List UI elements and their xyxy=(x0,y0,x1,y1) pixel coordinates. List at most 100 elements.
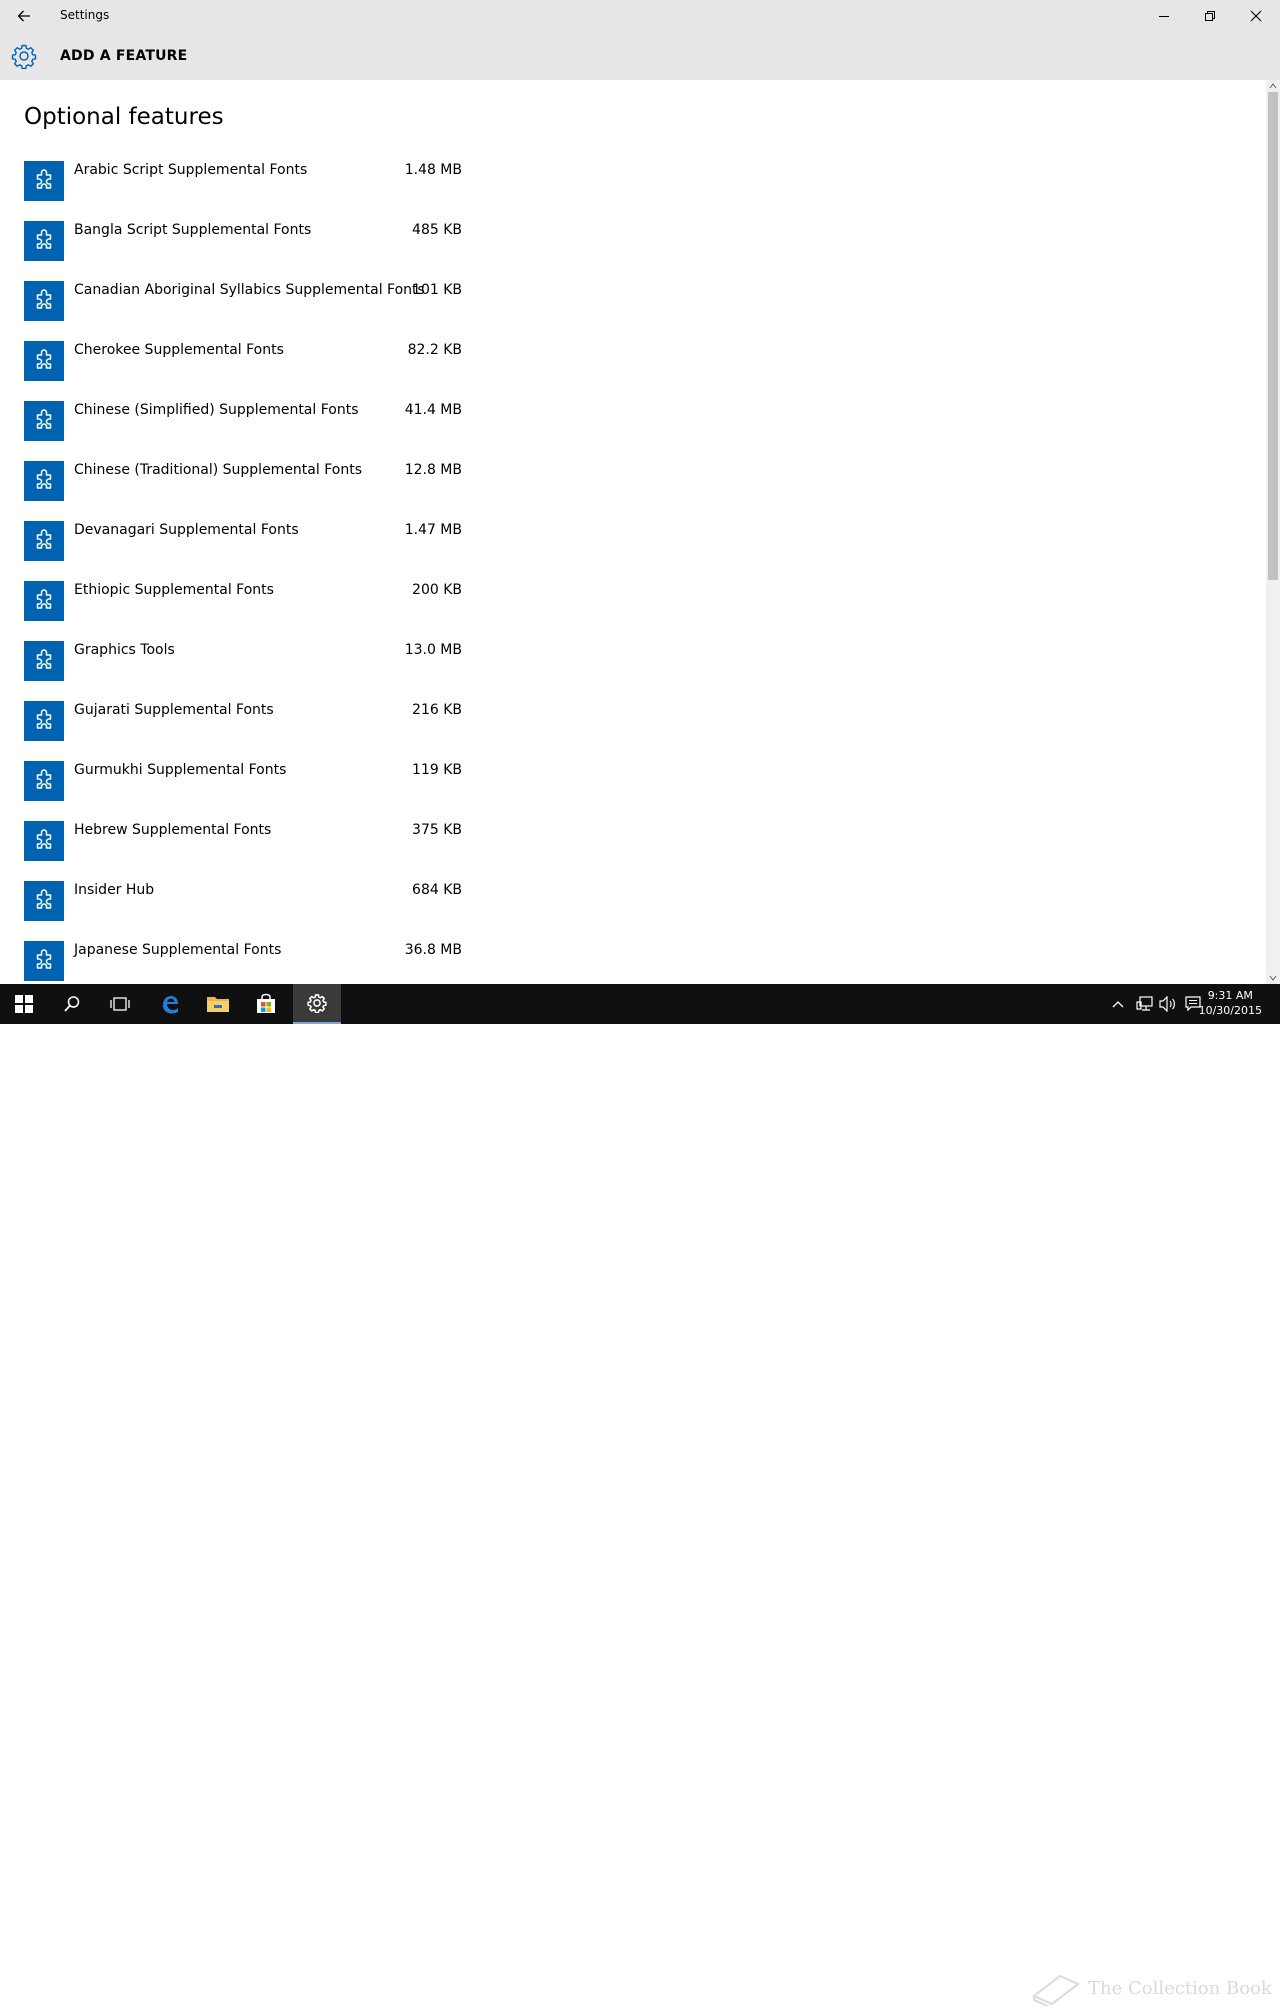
file-explorer-icon xyxy=(207,997,229,1012)
feature-list-item[interactable]: Gujarati Supplemental Fonts 216 KB xyxy=(24,701,464,761)
puzzle-piece-icon xyxy=(36,469,52,489)
feature-name: Gujarati Supplemental Fonts xyxy=(74,702,274,718)
minimize-icon xyxy=(1159,16,1169,17)
windows-logo-icon xyxy=(15,995,33,1013)
book-logo-icon xyxy=(1032,1974,1080,2006)
feature-icon-tile xyxy=(24,641,64,681)
puzzle-piece-icon xyxy=(36,769,52,789)
feature-size: 82.2 KB xyxy=(407,342,462,358)
taskbar-clock[interactable]: 9:31 AM 10/30/2015 xyxy=(1199,988,1262,1018)
feature-icon-tile xyxy=(24,521,64,561)
feature-size: 200 KB xyxy=(412,582,462,598)
scroll-thumb[interactable] xyxy=(1268,92,1278,580)
close-button[interactable] xyxy=(1233,0,1279,32)
feature-size: 12.8 MB xyxy=(404,462,462,478)
feature-size: 216 KB xyxy=(412,702,462,718)
back-arrow-icon xyxy=(17,10,30,22)
feature-list-item[interactable]: Devanagari Supplemental Fonts 1.47 MB xyxy=(24,521,464,581)
chevron-down-icon xyxy=(1269,975,1277,981)
store-icon xyxy=(257,993,275,1013)
settings-taskbar-button[interactable] xyxy=(293,984,341,1024)
show-hidden-icons-button[interactable] xyxy=(1112,996,1124,1012)
feature-name: Chinese (Simplified) Supplemental Fonts xyxy=(74,402,359,418)
back-button[interactable] xyxy=(8,0,40,32)
gear-icon xyxy=(307,994,327,1013)
feature-list-item[interactable]: Gurmukhi Supplemental Fonts 119 KB xyxy=(24,761,464,821)
scroll-up-button[interactable] xyxy=(1266,80,1280,92)
volume-button[interactable] xyxy=(1159,996,1177,1012)
puzzle-piece-icon xyxy=(36,829,52,849)
page-header: ADD A FEATURE xyxy=(0,32,1280,80)
feature-name: Chinese (Traditional) Supplemental Fonts xyxy=(74,462,362,478)
feature-icon-tile xyxy=(24,401,64,441)
feature-icon-tile xyxy=(24,821,64,861)
minimize-button[interactable] xyxy=(1141,0,1187,32)
restore-icon xyxy=(1205,11,1215,21)
page-title: ADD A FEATURE xyxy=(60,48,188,64)
store-button[interactable] xyxy=(242,984,290,1024)
puzzle-piece-icon xyxy=(36,889,52,909)
chevron-up-icon xyxy=(1269,83,1277,89)
feature-list-item[interactable]: Chinese (Simplified) Supplemental Fonts 4… xyxy=(24,401,464,461)
feature-size: 684 KB xyxy=(412,882,462,898)
watermark: The Collection Book xyxy=(1030,1968,1272,2008)
feature-name: Japanese Supplemental Fonts xyxy=(74,942,282,958)
feature-size: 1.47 MB xyxy=(404,522,462,538)
feature-list-item[interactable]: Canadian Aboriginal Syllabics Supplement… xyxy=(24,281,464,341)
feature-size: 41.4 MB xyxy=(404,402,462,418)
start-button[interactable] xyxy=(0,984,48,1024)
title-bar: Settings xyxy=(0,0,1280,32)
search-icon xyxy=(64,996,80,1012)
feature-list-item[interactable]: Ethiopic Supplemental Fonts 200 KB xyxy=(24,581,464,641)
watermark-text: The Collection Book xyxy=(1088,1977,1272,1999)
puzzle-piece-icon xyxy=(36,589,52,609)
feature-icon-tile xyxy=(24,461,64,501)
feature-size: 101 KB xyxy=(412,282,462,298)
network-icon xyxy=(1136,996,1153,1011)
feature-icon-tile xyxy=(24,761,64,801)
taskbar: The Collection Book 9:31 AM 10/30/2015 xyxy=(0,984,1280,2006)
feature-list-item[interactable]: Japanese Supplemental Fonts 36.8 MB xyxy=(24,941,464,984)
feature-name: Hebrew Supplemental Fonts xyxy=(74,822,272,838)
speaker-icon xyxy=(1159,996,1175,1012)
feature-name: Arabic Script Supplemental Fonts xyxy=(74,162,308,178)
feature-list-item[interactable]: Graphics Tools 13.0 MB xyxy=(24,641,464,701)
close-icon xyxy=(1250,10,1262,22)
puzzle-piece-icon xyxy=(36,709,52,729)
feature-icon-tile xyxy=(24,941,64,981)
feature-size: 36.8 MB xyxy=(404,942,462,958)
feature-list-item[interactable]: Bangla Script Supplemental Fonts 485 KB xyxy=(24,221,464,281)
clock-time: 9:31 AM xyxy=(1207,989,1253,1002)
vertical-scrollbar[interactable] xyxy=(1266,80,1280,984)
puzzle-piece-icon xyxy=(36,649,52,669)
feature-list-item[interactable]: Chinese (Traditional) Supplemental Fonts… xyxy=(24,461,464,521)
puzzle-piece-icon xyxy=(36,229,52,249)
feature-list-item[interactable]: Hebrew Supplemental Fonts 375 KB xyxy=(24,821,464,881)
section-title: Optional features xyxy=(24,104,224,130)
feature-name: Gurmukhi Supplemental Fonts xyxy=(74,762,287,778)
feature-icon-tile xyxy=(24,701,64,741)
feature-name: Insider Hub xyxy=(74,882,155,898)
feature-name: Bangla Script Supplemental Fonts xyxy=(74,222,312,238)
scroll-down-button[interactable] xyxy=(1266,972,1280,984)
gear-icon xyxy=(11,44,37,69)
feature-size: 485 KB xyxy=(412,222,462,238)
edge-browser-button[interactable] xyxy=(146,984,194,1024)
feature-list-item[interactable]: Arabic Script Supplemental Fonts 1.48 MB xyxy=(24,161,464,221)
feature-icon-tile xyxy=(24,881,64,921)
feature-list-item[interactable]: Cherokee Supplemental Fonts 82.2 KB xyxy=(24,341,464,401)
main-content: Optional features Arabic Script Suppleme… xyxy=(0,80,1266,984)
puzzle-piece-icon xyxy=(36,349,52,369)
restore-button[interactable] xyxy=(1187,0,1233,32)
edge-browser-icon xyxy=(163,996,178,1014)
chevron-up-icon xyxy=(1112,1001,1124,1008)
clock-date: 10/30/2015 xyxy=(1198,1004,1262,1017)
feature-size: 375 KB xyxy=(412,822,462,838)
task-view-button[interactable] xyxy=(96,984,144,1024)
feature-list-item[interactable]: Insider Hub 684 KB xyxy=(24,881,464,941)
network-button[interactable] xyxy=(1135,996,1153,1012)
search-button[interactable] xyxy=(48,984,96,1024)
feature-size: 119 KB xyxy=(412,762,462,778)
file-explorer-button[interactable] xyxy=(194,984,242,1024)
puzzle-piece-icon xyxy=(36,409,52,429)
